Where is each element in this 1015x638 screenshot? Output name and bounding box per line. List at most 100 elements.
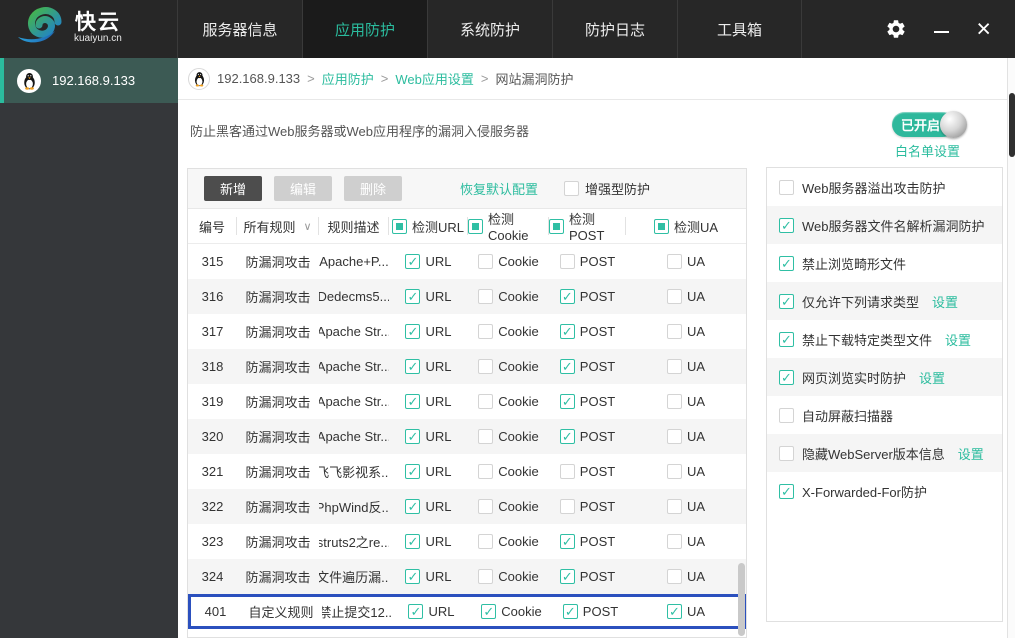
url-checkbox[interactable] <box>405 499 421 514</box>
restore-defaults-link[interactable]: 恢复默认配置 <box>460 179 538 198</box>
url-checkbox[interactable] <box>405 289 421 304</box>
table-row[interactable]: 322 防漏洞攻击 PhpWind反... URL Cookie POST UA <box>188 489 746 524</box>
table-row[interactable]: 321 防漏洞攻击 飞飞影视系... URL Cookie POST UA <box>188 454 746 489</box>
settings-gear-icon[interactable] <box>885 18 907 40</box>
ua-checkbox[interactable] <box>666 429 682 444</box>
protection-option-checkbox[interactable] <box>779 179 794 195</box>
ua-check-cell: UA <box>626 499 746 514</box>
cookie-checkbox[interactable] <box>478 569 494 584</box>
add-button[interactable]: 新增 <box>204 176 262 201</box>
post-checkbox[interactable] <box>559 499 575 514</box>
option-settings-link[interactable]: 设置 <box>919 368 945 387</box>
url-checkbox[interactable] <box>408 604 424 619</box>
ua-checkbox[interactable] <box>666 569 682 584</box>
url-checkbox[interactable] <box>405 569 421 584</box>
table-scrollbar-thumb[interactable] <box>738 563 745 636</box>
url-checkbox[interactable] <box>405 324 421 339</box>
post-checkbox[interactable] <box>559 534 575 549</box>
table-row[interactable]: 315 防漏洞攻击 Apache+P... URL Cookie POST UA <box>188 244 746 279</box>
check-cookie-all-checkbox[interactable] <box>468 218 483 234</box>
protection-option-checkbox[interactable] <box>779 369 794 385</box>
post-checkbox[interactable] <box>559 359 575 374</box>
table-row[interactable]: 401 自定义规则 禁止提交12... URL Cookie POST UA <box>188 594 746 629</box>
option-settings-link[interactable]: 设置 <box>932 292 958 311</box>
url-checkbox[interactable] <box>405 464 421 479</box>
protection-option-checkbox[interactable] <box>779 255 794 271</box>
ua-checkbox[interactable] <box>666 499 682 514</box>
protection-option-checkbox[interactable] <box>779 483 794 499</box>
header-check-url: 检测URL <box>389 217 468 235</box>
post-checkbox[interactable] <box>559 394 575 409</box>
ua-checkbox[interactable] <box>666 324 682 339</box>
url-check-cell: URL <box>389 569 468 584</box>
cookie-checkbox[interactable] <box>478 254 494 269</box>
whitelist-settings-link[interactable]: 白名单设置 <box>895 141 960 160</box>
nav-tab[interactable]: 应用防护 <box>302 0 427 58</box>
nav-tab[interactable]: 系统防护 <box>427 0 552 58</box>
protection-option-checkbox[interactable] <box>779 445 794 461</box>
table-row[interactable]: 318 防漏洞攻击 Apache Str... URL Cookie POST … <box>188 349 746 384</box>
url-checkbox[interactable] <box>405 254 421 269</box>
post-checkbox[interactable] <box>559 429 575 444</box>
sidebar-item-server[interactable]: 192.168.9.133 <box>0 58 178 103</box>
url-checkbox[interactable] <box>405 429 421 444</box>
ua-checkbox[interactable] <box>666 394 682 409</box>
cookie-checkbox[interactable] <box>478 324 494 339</box>
table-row[interactable]: 319 防漏洞攻击 Apache Str... URL Cookie POST … <box>188 384 746 419</box>
enhanced-protection-checkbox[interactable] <box>564 181 580 196</box>
cookie-checkbox[interactable] <box>478 289 494 304</box>
close-icon[interactable]: × <box>976 17 991 42</box>
ua-checkbox[interactable] <box>666 289 682 304</box>
toggle-knob[interactable] <box>940 111 967 138</box>
post-checkbox[interactable] <box>559 569 575 584</box>
ua-checkbox[interactable] <box>666 464 682 479</box>
ua-checkbox[interactable] <box>666 604 682 619</box>
post-checkbox[interactable] <box>559 289 575 304</box>
check-ua-all-checkbox[interactable] <box>653 218 669 234</box>
cookie-checkbox[interactable] <box>478 429 494 444</box>
ua-checkbox[interactable] <box>666 254 682 269</box>
protection-option-checkbox[interactable] <box>779 407 794 423</box>
cookie-checkbox[interactable] <box>481 604 497 619</box>
protection-option-checkbox[interactable] <box>779 331 794 347</box>
check-post-all-checkbox[interactable] <box>549 218 564 234</box>
cookie-checkbox[interactable] <box>478 464 494 479</box>
breadcrumb-link-web-settings[interactable]: Web应用设置 <box>395 69 474 88</box>
option-settings-link[interactable]: 设置 <box>945 330 971 349</box>
cookie-checkbox[interactable] <box>478 394 494 409</box>
breadcrumb-link-app-protection[interactable]: 应用防护 <box>322 69 374 88</box>
protection-toggle[interactable]: 已开启 <box>892 111 967 138</box>
url-checkbox[interactable] <box>405 534 421 549</box>
nav-tab[interactable]: 服务器信息 <box>177 0 302 58</box>
minimize-icon[interactable] <box>934 31 950 33</box>
header-rules-filter-dropdown[interactable]: 所有规则 ∨ <box>237 217 319 235</box>
url-check-cell: URL <box>389 289 468 304</box>
post-checkbox[interactable] <box>559 254 575 269</box>
cookie-checkbox[interactable] <box>478 359 494 374</box>
protection-option-checkbox[interactable] <box>779 293 794 309</box>
post-checkbox[interactable] <box>559 324 575 339</box>
titlebar: 快云 kuaiyun.cn 服务器信息 应用防护 系统防护 防护日志 工具箱 × <box>0 0 1015 58</box>
window-scrollbar-thumb[interactable] <box>1009 93 1015 157</box>
table-row[interactable]: 316 防漏洞攻击 Dedecms5... URL Cookie POST UA <box>188 279 746 314</box>
table-row[interactable]: 320 防漏洞攻击 Apache Str... URL Cookie POST … <box>188 419 746 454</box>
cookie-checkbox[interactable] <box>478 534 494 549</box>
table-row[interactable]: 323 防漏洞攻击 struts2之re... URL Cookie POST … <box>188 524 746 559</box>
post-checkbox[interactable] <box>562 604 578 619</box>
nav-tab[interactable]: 防护日志 <box>552 0 677 58</box>
nav-tab[interactable]: 工具箱 <box>677 0 802 58</box>
option-settings-link[interactable]: 设置 <box>958 444 984 463</box>
chevron-down-icon: ∨ <box>303 220 312 233</box>
edit-button[interactable]: 编辑 <box>274 176 332 201</box>
protection-option-checkbox[interactable] <box>779 217 794 233</box>
post-checkbox[interactable] <box>559 464 575 479</box>
ua-checkbox[interactable] <box>666 359 682 374</box>
url-checkbox[interactable] <box>405 394 421 409</box>
cookie-checkbox[interactable] <box>478 499 494 514</box>
check-url-all-checkbox[interactable] <box>391 218 407 234</box>
table-row[interactable]: 317 防漏洞攻击 Apache Str... URL Cookie POST … <box>188 314 746 349</box>
url-checkbox[interactable] <box>405 359 421 374</box>
ua-checkbox[interactable] <box>666 534 682 549</box>
delete-button[interactable]: 删除 <box>344 176 402 201</box>
table-row[interactable]: 324 防漏洞攻击 文件遍历漏... URL Cookie POST UA <box>188 559 746 594</box>
